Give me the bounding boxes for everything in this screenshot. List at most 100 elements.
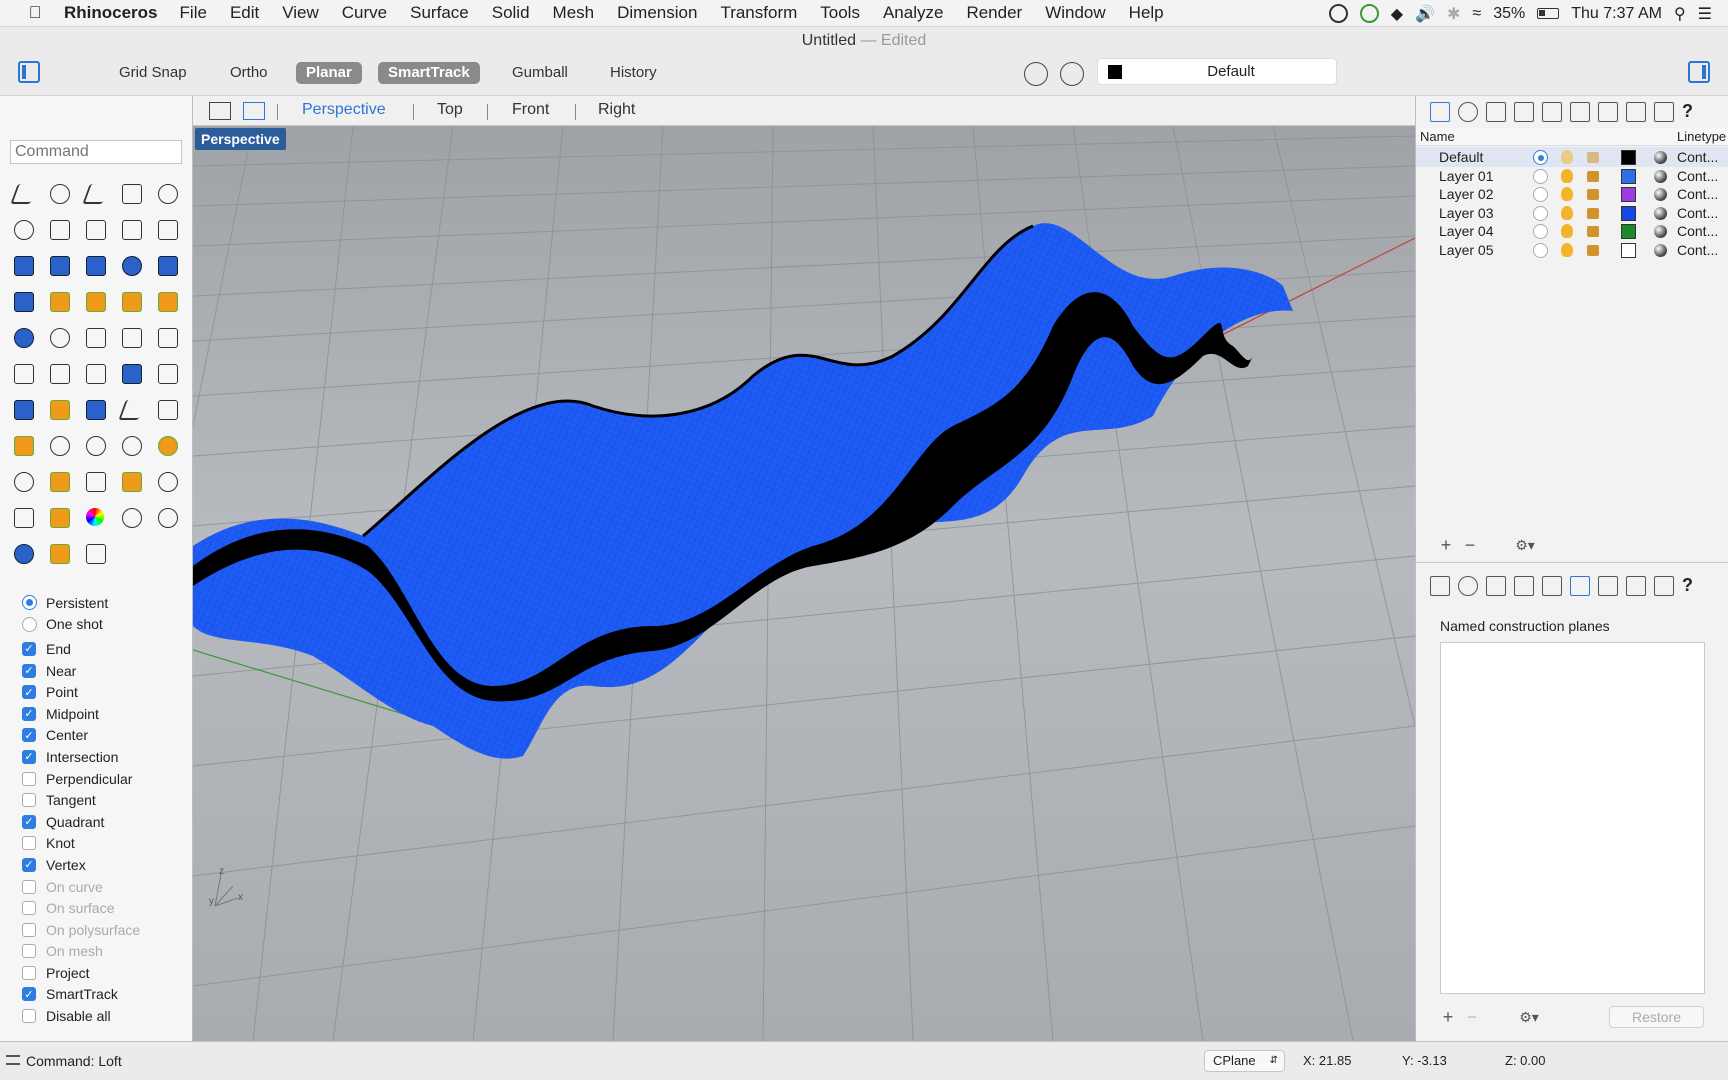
lock-icon[interactable] <box>1587 226 1599 238</box>
snap-mode-one-shot[interactable]: One shot <box>22 614 192 636</box>
right-sidebar-toggle-icon[interactable] <box>1688 61 1710 83</box>
display-tab-icon[interactable] <box>1654 102 1674 122</box>
layer-color-swatch[interactable] <box>1621 150 1636 165</box>
menu-file[interactable]: File <box>180 3 207 23</box>
material-icon[interactable] <box>1654 188 1667 202</box>
cylinder-tool-icon[interactable] <box>150 248 186 284</box>
restore-button[interactable]: Restore <box>1609 1006 1704 1028</box>
guides-tab-icon[interactable] <box>1598 102 1618 122</box>
layer-tool-icon[interactable] <box>42 500 78 536</box>
current-layer-radio-icon[interactable] <box>1533 150 1548 165</box>
volume-icon[interactable]: 🔊 <box>1415 4 1435 24</box>
remove-cplane-button[interactable]: − <box>1462 1007 1482 1029</box>
add-cplane-button[interactable]: + <box>1438 1007 1458 1029</box>
properties-tab-icon[interactable] <box>1458 576 1478 596</box>
tab-right[interactable]: Right <box>598 101 635 119</box>
menu-view[interactable]: View <box>282 3 319 23</box>
trim-tool-icon[interactable] <box>114 284 150 320</box>
command-history-icon[interactable] <box>6 1055 20 1065</box>
checkbox-icon[interactable] <box>22 965 36 980</box>
lock-icon[interactable] <box>1587 170 1599 182</box>
zoom-tool-icon[interactable] <box>42 428 78 464</box>
menu-solid[interactable]: Solid <box>492 3 530 23</box>
sync-status-icon[interactable] <box>1328 4 1348 23</box>
arc-tool-icon[interactable] <box>42 212 78 248</box>
ortho-button[interactable]: Ortho <box>220 62 278 84</box>
remove-layer-button[interactable]: − <box>1460 535 1480 557</box>
cplane-tab-icon[interactable] <box>1514 102 1534 122</box>
named-cplanes-list[interactable] <box>1440 642 1705 994</box>
visibility-bulb-icon[interactable] <box>1561 243 1573 257</box>
current-layer-radio-icon[interactable] <box>1533 243 1548 258</box>
solid-edit-tool-icon[interactable] <box>114 356 150 392</box>
checkbox-icon[interactable] <box>22 879 36 894</box>
layer-color-swatch[interactable] <box>1621 187 1636 203</box>
extrude-tool-icon[interactable] <box>42 248 78 284</box>
grid-plane-tool-icon[interactable] <box>78 464 114 500</box>
four-viewports-icon[interactable] <box>209 102 231 120</box>
zoom-selected-tool-icon[interactable] <box>150 428 186 464</box>
viewport-canvas[interactable]: y x z <box>193 126 1415 1041</box>
menu-curve[interactable]: Curve <box>342 3 387 23</box>
layer-color-swatch[interactable] <box>1621 243 1636 258</box>
layers-tab-icon[interactable] <box>1430 576 1450 596</box>
layer-name[interactable]: Layer 01 <box>1439 168 1493 184</box>
gumball-button[interactable]: Gumball <box>502 62 578 84</box>
group-tool-icon[interactable] <box>6 320 42 356</box>
document-tab-icon[interactable] <box>1486 576 1506 596</box>
checkbox-icon[interactable]: ✓ <box>22 814 36 829</box>
visibility-bulb-icon[interactable] <box>1561 187 1573 202</box>
lock-tool-icon[interactable] <box>6 500 42 536</box>
layer-color-swatch[interactable] <box>1621 205 1636 221</box>
curve-tool-icon[interactable] <box>114 176 150 212</box>
layer-options-gear-icon[interactable]: ⚙▾ <box>1508 535 1542 557</box>
text-tool-icon[interactable] <box>150 320 186 356</box>
history-button[interactable]: History <box>600 62 667 84</box>
viewport-label[interactable]: Perspective <box>195 128 286 150</box>
record-history-icon[interactable] <box>1060 62 1084 86</box>
checkbox-icon[interactable]: ✓ <box>22 749 36 764</box>
checkbox-icon[interactable] <box>22 771 36 786</box>
render-tool-icon[interactable] <box>6 536 42 572</box>
current-layer-radio-icon[interactable] <box>1533 224 1548 240</box>
checkbox-icon[interactable] <box>22 922 36 937</box>
snap-option[interactable]: Perpendicular <box>22 768 192 790</box>
checkbox-icon[interactable]: ✓ <box>22 706 36 721</box>
snap-option[interactable]: Knot <box>22 833 192 855</box>
lofted-surface[interactable] <box>193 223 1293 759</box>
camera-tab-icon[interactable] <box>1542 576 1562 596</box>
current-layer-radio-icon[interactable] <box>1533 205 1548 221</box>
material-icon[interactable] <box>1654 225 1667 239</box>
circle-tool-icon[interactable] <box>150 176 186 212</box>
snap-option[interactable]: ✓ Near <box>22 660 192 682</box>
layer-row[interactable]: Layer 02 Cont... <box>1416 184 1728 204</box>
menu-dimension[interactable]: Dimension <box>617 3 697 23</box>
layer-name[interactable]: Default <box>1439 149 1483 165</box>
checkbox-icon[interactable] <box>22 1009 36 1024</box>
material-icon[interactable] <box>1654 206 1667 220</box>
snap-option[interactable]: Disable all <box>22 1005 192 1027</box>
layer-name[interactable]: Layer 04 <box>1439 223 1493 239</box>
snap-option[interactable]: ✓ End <box>22 638 192 660</box>
apple-menu-icon[interactable]:  <box>20 3 50 23</box>
layer-name[interactable]: Layer 02 <box>1439 186 1493 202</box>
layer-row[interactable]: Layer 03 Cont... <box>1416 203 1728 223</box>
name-column-header[interactable]: Name <box>1420 129 1455 144</box>
single-viewport-icon[interactable] <box>243 102 265 120</box>
layer-name[interactable]: Layer 05 <box>1439 242 1493 258</box>
checkbox-icon[interactable]: ✓ <box>22 857 36 872</box>
ellipse-tool-icon[interactable] <box>6 212 42 248</box>
snap-option[interactable]: ✓ Quadrant <box>22 811 192 833</box>
align-tool-icon[interactable] <box>42 392 78 428</box>
array-tool-icon[interactable] <box>6 392 42 428</box>
app-menu[interactable]: Rhinoceros <box>64 3 158 23</box>
layer-linetype[interactable]: Cont... <box>1677 149 1718 165</box>
layer-row[interactable]: Layer 01 Cont... <box>1416 166 1728 186</box>
notification-center-icon[interactable]: ☰ <box>1698 4 1712 24</box>
smarttrack-button[interactable]: SmartTrack <box>378 62 480 84</box>
layer-linetype[interactable]: Cont... <box>1677 186 1718 202</box>
zoom-window-tool-icon[interactable] <box>78 428 114 464</box>
tab-front[interactable]: Front <box>512 101 549 119</box>
move-tool-icon[interactable] <box>6 356 42 392</box>
layer-linetype[interactable]: Cont... <box>1677 223 1718 239</box>
